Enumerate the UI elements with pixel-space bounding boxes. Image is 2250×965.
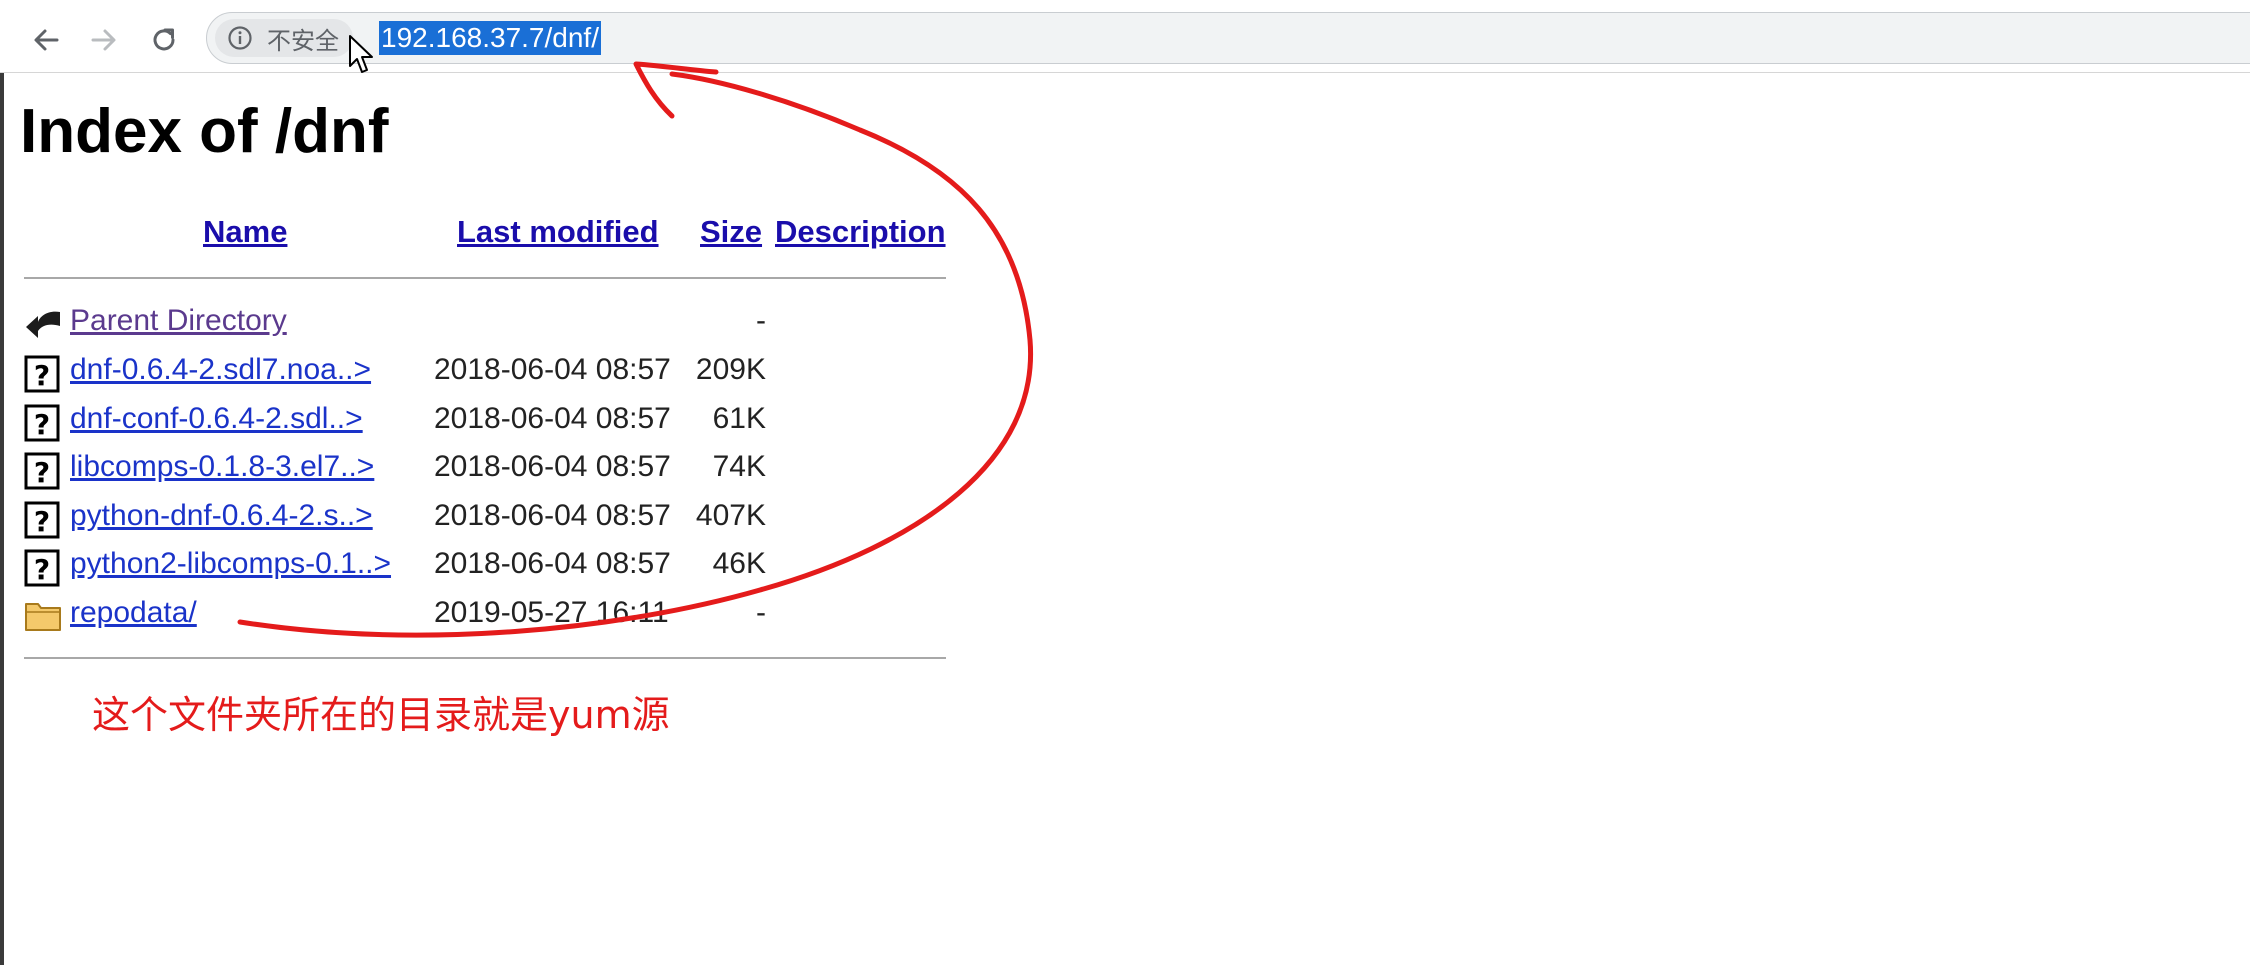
forward-button[interactable] — [82, 18, 126, 62]
table-row: ? python2-libcomps-0.1..> 2018-06-04 08:… — [24, 543, 954, 591]
table-row: Parent Directory - — [24, 300, 954, 348]
column-header-name[interactable]: Name — [203, 214, 287, 250]
entry-modified: 2018-06-04 08:57 — [434, 450, 671, 483]
reload-icon — [153, 28, 175, 51]
entry-modified: 2018-06-04 08:57 — [434, 353, 671, 386]
entry-modified: 2019-05-27 16:11 — [434, 596, 669, 629]
mouse-pointer-icon — [349, 35, 373, 73]
unknown-file-icon: ? — [24, 549, 60, 587]
svg-text:?: ? — [34, 359, 50, 392]
security-label: 不安全 — [267, 26, 339, 55]
column-header-last-modified[interactable]: Last modified — [457, 214, 659, 250]
entry-link[interactable]: python2-libcomps-0.1..> — [70, 547, 391, 581]
security-indicator[interactable]: 不安全 — [215, 19, 353, 57]
svg-text:?: ? — [34, 553, 50, 586]
table-row: ? dnf-0.6.4-2.sdl7.noa..> 2018-06-04 08:… — [24, 349, 954, 397]
table-row: ? libcomps-0.1.8-3.el7..> 2018-06-04 08:… — [24, 446, 954, 494]
address-bar[interactable]: 不安全 192.168.37.7/dnf/ — [206, 12, 2250, 64]
entry-size: 407K — [695, 499, 766, 532]
url-text[interactable]: 192.168.37.7/dnf/ — [379, 21, 601, 55]
entry-link[interactable]: repodata/ — [70, 596, 197, 630]
entry-link[interactable]: libcomps-0.1.8-3.el7..> — [70, 450, 374, 484]
entry-size: - — [756, 596, 766, 629]
table-row: ? dnf-conf-0.6.4-2.sdl..> 2018-06-04 08:… — [24, 398, 954, 446]
page-title: Index of /dnf — [20, 97, 389, 166]
reload-button[interactable] — [142, 18, 186, 62]
entry-link[interactable]: dnf-conf-0.6.4-2.sdl..> — [70, 402, 363, 436]
entry-link[interactable]: python-dnf-0.6.4-2.s..> — [70, 499, 373, 533]
back-arrow-icon — [26, 311, 60, 338]
info-circle-icon — [227, 25, 253, 51]
entry-link[interactable]: dnf-0.6.4-2.sdl7.noa..> — [70, 353, 371, 387]
arrow-left-icon — [34, 29, 59, 51]
annotation-note: 这个文件夹所在的目录就是yum源 — [92, 693, 670, 737]
entry-modified: 2018-06-04 08:57 — [434, 402, 671, 435]
unknown-file-icon: ? — [24, 404, 60, 442]
svg-text:?: ? — [34, 456, 50, 489]
entry-size: 46K — [712, 547, 766, 580]
table-row: repodata/ 2019-05-27 16:11 - — [24, 592, 954, 640]
unknown-file-icon: ? — [24, 501, 60, 539]
browser-toolbar: 不安全 192.168.37.7/dnf/ — [0, 0, 2250, 73]
window-edge — [0, 0, 4, 965]
entry-size: 209K — [695, 353, 766, 386]
unknown-file-icon: ? — [24, 355, 60, 393]
bottom-divider — [24, 657, 946, 659]
column-header-description[interactable]: Description — [775, 214, 946, 250]
table-row: ? python-dnf-0.6.4-2.s..> 2018-06-04 08:… — [24, 495, 954, 543]
entry-size: 74K — [712, 450, 766, 483]
entry-modified: 2018-06-04 08:57 — [434, 499, 671, 532]
top-divider — [24, 277, 946, 279]
back-button[interactable] — [24, 18, 68, 62]
column-header-size[interactable]: Size — [700, 214, 762, 250]
entry-size: - — [756, 304, 766, 337]
arrow-right-icon — [91, 29, 116, 51]
entry-size: 61K — [712, 402, 766, 435]
svg-text:?: ? — [34, 505, 50, 538]
entry-modified: 2018-06-04 08:57 — [434, 547, 671, 580]
svg-text:?: ? — [34, 408, 50, 441]
unknown-file-icon: ? — [24, 452, 60, 490]
entry-link[interactable]: Parent Directory — [70, 304, 287, 338]
folder-icon — [25, 603, 61, 631]
